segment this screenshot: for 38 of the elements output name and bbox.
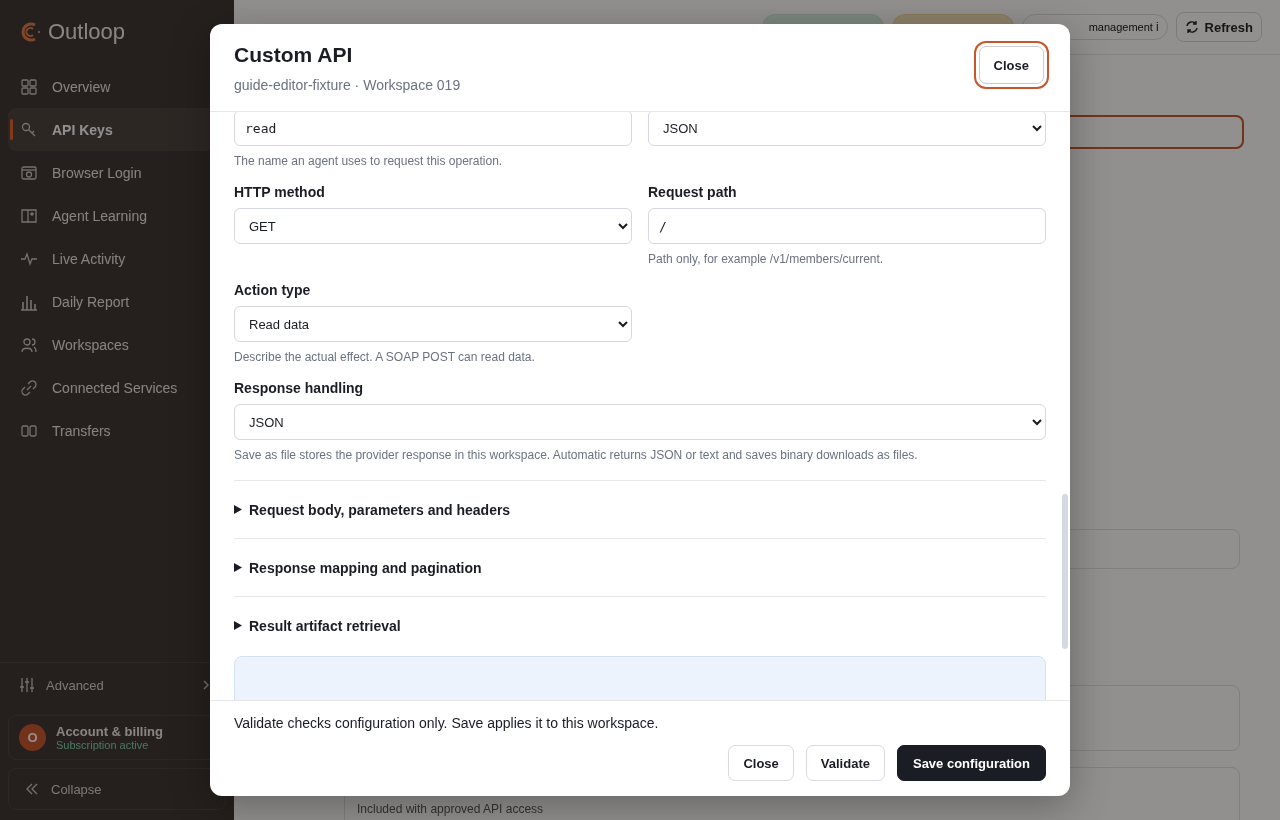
collapsible-section[interactable]: Response mapping and pagination: [234, 539, 1046, 597]
brand-name: Outloop: [48, 19, 126, 45]
refresh-button[interactable]: Refresh: [1175, 12, 1262, 42]
dialog-subtitle: guide-editor-fixture · Workspace 019: [234, 77, 461, 93]
field-hint: Describe the actual effect. A SOAP POST can read data.: [234, 350, 536, 364]
avatar: O: [19, 724, 46, 751]
save-button[interactable]: Save configuration: [896, 745, 1046, 781]
dropdown[interactable]: Read data: [234, 306, 632, 342]
dialog-button[interactable]: Close: [728, 745, 794, 781]
nav-item[interactable]: Connected Services: [8, 366, 226, 409]
field-hint: Path only, for example /v1/members/current.: [648, 252, 885, 266]
nav-item[interactable]: Overview: [8, 65, 226, 108]
collapsible-section[interactable]: Request body, parameters and headers: [234, 481, 1046, 539]
account-name: Account & billing: [56, 724, 163, 739]
access-note: Included with approved API access: [357, 802, 544, 816]
nav-item[interactable]: Transfers: [8, 409, 226, 452]
dropdown[interactable]: GET: [234, 208, 632, 244]
field-label: Action type: [234, 282, 312, 298]
field-hint: Save as file stores the provider response in this workspace. Automatic returns JSON or text and saves binary downloads as files.: [234, 448, 919, 462]
nav-item[interactable]: Workspaces: [8, 323, 226, 366]
dialog-button[interactable]: Validate: [805, 745, 885, 781]
nav-item[interactable]: Daily Report: [8, 280, 226, 323]
nav-item[interactable]: Live Activity: [8, 237, 226, 280]
subscription-status: Subscription active: [56, 739, 150, 751]
collapsible-section[interactable]: Result artifact retrieval: [234, 597, 1046, 654]
text-field[interactable]: read: [234, 112, 632, 146]
text-field[interactable]: /: [648, 208, 1046, 244]
field-label: HTTP method: [234, 184, 326, 200]
field-label: Response handling: [234, 380, 365, 396]
footer-note: Validate checks configuration only. Save applies it to this workspace.: [234, 715, 660, 731]
dialog-title: Custom API: [234, 43, 354, 67]
field-label: Request path: [648, 184, 738, 200]
dropdown[interactable]: JSON: [234, 404, 1046, 440]
dropdown[interactable]: JSON: [648, 112, 1046, 146]
nav-item[interactable]: Browser Login: [8, 151, 226, 194]
advanced-menu[interactable]: Advanced: [8, 663, 226, 707]
nav-item[interactable]: Agent Learning: [8, 194, 226, 237]
field-hint: The name an agent uses to request this operation.: [234, 154, 504, 168]
